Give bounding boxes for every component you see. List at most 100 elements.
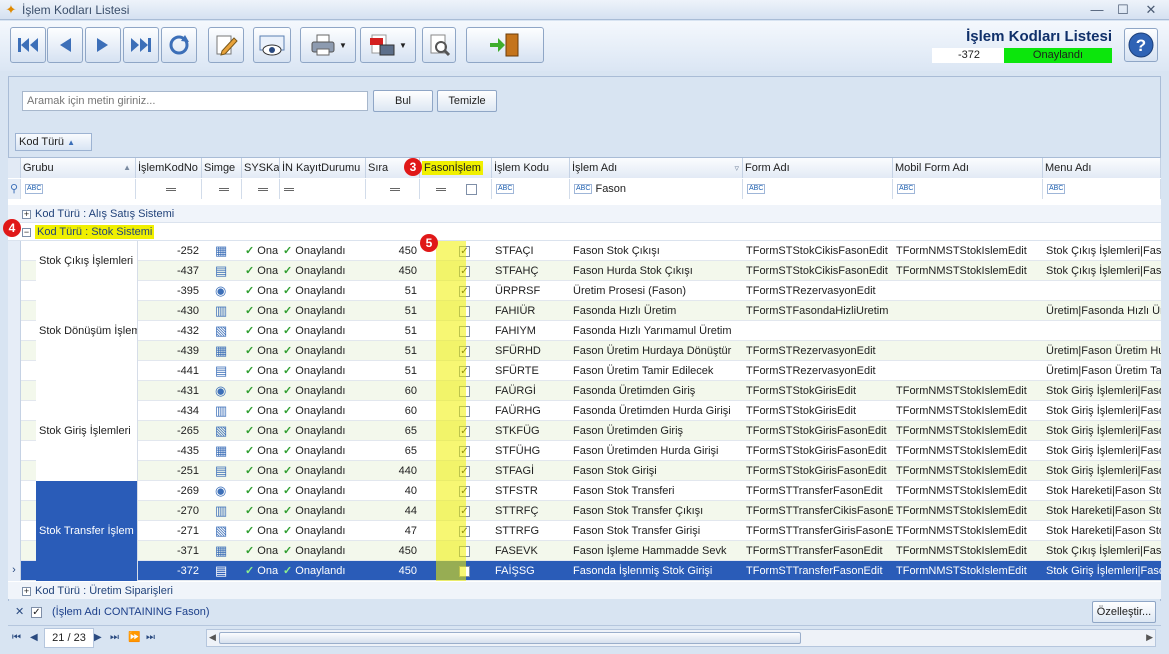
fason-checkbox[interactable]: ✓: [459, 365, 470, 377]
cell-fasonislem[interactable]: ✓: [420, 501, 492, 521]
table-row[interactable]: -265 ▧ ✓ Ona ✓ Onaylandı 65 ✓ STKFÜG Fason Üret…: [8, 421, 1161, 441]
table-row[interactable]: -252 ▦ ✓ Ona ✓ Onaylandı 450 ✓ STFAÇI Fason Sto…: [8, 241, 1161, 261]
row-indicator[interactable]: [8, 341, 21, 361]
cell-simge[interactable]: ▤: [202, 261, 242, 281]
cell-mobil-form-adi[interactable]: TFormNMSTStokIslemEdit: [893, 541, 1043, 561]
table-row[interactable]: -431 ◉ ✓ Ona ✓ Onaylandı 60 FAÜRGİ Fasonda Üre…: [8, 381, 1161, 401]
row-indicator[interactable]: [8, 361, 21, 381]
cell-syskayit[interactable]: ✓ Ona: [242, 421, 280, 441]
cell-mobil-form-adi[interactable]: TFormNMSTStokIslemEdit: [893, 441, 1043, 461]
previous-record-button[interactable]: [47, 27, 83, 63]
filter-expression[interactable]: (İşlem Adı CONTAINING Fason): [52, 606, 210, 618]
fason-checkbox[interactable]: [459, 405, 470, 417]
cell-syskayit[interactable]: ✓ Ona: [242, 441, 280, 461]
column-header-simge[interactable]: Simge: [202, 158, 242, 178]
cell-menu-adi[interactable]: Stok Hareketi|Fason Stok: [1043, 501, 1161, 521]
cell-menu-adi[interactable]: Stok Giriş İşlemleri|Faso: [1043, 461, 1161, 481]
group-row-stok-sistemi[interactable]: − Kod Türü : Stok Sistemi: [8, 223, 1161, 241]
cell-simge[interactable]: ▦: [202, 341, 242, 361]
cell-islem-kodu[interactable]: STFAÇI: [492, 241, 570, 261]
cell-simge[interactable]: ▥: [202, 301, 242, 321]
cell-sira[interactable]: 60: [366, 401, 420, 421]
cell-sira[interactable]: 450: [366, 261, 420, 281]
cell-islem-kodu[interactable]: STFAGİ: [492, 461, 570, 481]
cell-islem-kodu[interactable]: FAHIYM: [492, 321, 570, 341]
row-indicator[interactable]: [8, 241, 21, 261]
cell-islemkodno[interactable]: -251: [136, 461, 202, 481]
cell-kayitdurumu[interactable]: ✓ Onaylandı: [280, 461, 366, 481]
filter-icon[interactable]: ▿: [734, 158, 739, 178]
maximize-button[interactable]: ☐: [1110, 1, 1136, 18]
cell-form-adi[interactable]: TFormSTRezervasyonEdit: [743, 341, 893, 361]
cell-syskayit[interactable]: ✓ Ona: [242, 261, 280, 281]
cell-sira[interactable]: 450: [366, 241, 420, 261]
cell-mobil-form-adi[interactable]: TFormNMSTStokIslemEdit: [893, 461, 1043, 481]
row-indicator[interactable]: [8, 381, 21, 401]
cell-fasonislem[interactable]: ✓: [420, 421, 492, 441]
cell-mobil-form-adi[interactable]: [893, 321, 1043, 341]
last-record-button[interactable]: [123, 27, 159, 63]
clear-button[interactable]: Temizle: [437, 90, 497, 112]
cell-kayitdurumu[interactable]: ✓ Onaylandı: [280, 521, 366, 541]
cell-islem-adi[interactable]: Fason Stok Çıkışı: [570, 241, 743, 261]
cell-islem-kodu[interactable]: STKFÜG: [492, 421, 570, 441]
cell-kayitdurumu[interactable]: ✓ Onaylandı: [280, 541, 366, 561]
clear-filter-icon[interactable]: ✕: [15, 605, 24, 618]
tools-button[interactable]: [422, 27, 456, 63]
fason-checkbox[interactable]: ✓: [459, 465, 470, 477]
cell-simge[interactable]: ◉: [202, 481, 242, 501]
cell-form-adi[interactable]: TFormSTStokGirisFasonEdit: [743, 441, 893, 461]
cell-islem-adi[interactable]: Fasonda Hızlı Yarımamul Üretim: [570, 321, 743, 341]
filter-cell-islemkodno[interactable]: [136, 179, 202, 199]
cell-islem-kodu[interactable]: ÜRPRSF: [492, 281, 570, 301]
filter-cell-menu-adi[interactable]: ABC: [1043, 179, 1161, 199]
cell-sira[interactable]: 450: [366, 561, 420, 581]
filter-cell-sira[interactable]: [366, 179, 420, 199]
cell-menu-adi[interactable]: Stok Çıkış İşlemleri|Faso: [1043, 261, 1161, 281]
pdf-export-button[interactable]: ▼: [360, 27, 416, 63]
column-header-grubu[interactable]: Grubu ▲: [21, 158, 136, 178]
print-button[interactable]: ▼: [300, 27, 356, 63]
table-row[interactable]: -371 ▦ ✓ Ona ✓ Onaylandı 450 FASEVK Fason İşle…: [8, 541, 1161, 561]
nav-next-icon[interactable]: ▶: [94, 631, 102, 645]
cell-kayitdurumu[interactable]: ✓ Onaylandı: [280, 341, 366, 361]
row-indicator[interactable]: [8, 321, 21, 341]
cell-islem-adi[interactable]: Fasonda Üretimden Giriş: [570, 381, 743, 401]
cell-islem-adi[interactable]: Fason İşleme Hammadde Sevk: [570, 541, 743, 561]
cell-simge[interactable]: ▥: [202, 501, 242, 521]
cell-syskayit[interactable]: ✓ Ona: [242, 321, 280, 341]
cell-islemkodno[interactable]: -430: [136, 301, 202, 321]
fason-checkbox[interactable]: ✓: [459, 245, 470, 257]
cell-syskayit[interactable]: ✓ Ona: [242, 561, 280, 581]
column-header-islem-adi[interactable]: İşlem Adı ▿: [570, 158, 743, 178]
cell-syskayit[interactable]: ✓ Ona: [242, 481, 280, 501]
cell-islem-adi[interactable]: Fasonda Hızlı Üretim: [570, 301, 743, 321]
cell-form-adi[interactable]: TFormSTStokGirisFasonEdit: [743, 421, 893, 441]
cell-menu-adi[interactable]: Stok Giriş İşlemleri|Faso: [1043, 561, 1161, 581]
cell-islemkodno[interactable]: -371: [136, 541, 202, 561]
cell-islem-adi[interactable]: Fason Üretimden Giriş: [570, 421, 743, 441]
nav-page-next-icon[interactable]: ⏩: [128, 631, 140, 645]
cell-menu-adi[interactable]: Üretim|Fasonda Hızlı Üre: [1043, 301, 1161, 321]
table-row[interactable]: › -372 ▤ ✓ Ona ✓ Onaylandı 450 FAİŞSG Fasonda İ…: [8, 561, 1161, 581]
customize-button[interactable]: Özelleştir...: [1092, 601, 1156, 623]
cell-kayitdurumu[interactable]: ✓ Onaylandı: [280, 261, 366, 281]
cell-menu-adi[interactable]: Stok Giriş İşlemleri|Faso: [1043, 421, 1161, 441]
cell-islemkodno[interactable]: -270: [136, 501, 202, 521]
cell-simge[interactable]: ▤: [202, 361, 242, 381]
find-button[interactable]: Bul: [373, 90, 433, 112]
cell-islemkodno[interactable]: -439: [136, 341, 202, 361]
fason-checkbox[interactable]: ✓: [459, 485, 470, 497]
cell-fasonislem[interactable]: ✓: [420, 461, 492, 481]
cell-kayitdurumu[interactable]: ✓ Onaylandı: [280, 381, 366, 401]
cell-kayitdurumu[interactable]: ✓ Onaylandı: [280, 281, 366, 301]
group-by-chip-kod-turu[interactable]: Kod Türü ▲: [15, 133, 92, 151]
row-indicator[interactable]: ›: [8, 561, 21, 581]
row-indicator[interactable]: [8, 421, 21, 441]
nav-last-icon[interactable]: ⏭: [110, 631, 119, 645]
cell-fasonislem[interactable]: ✓: [420, 521, 492, 541]
row-indicator[interactable]: [8, 301, 21, 321]
cell-form-adi[interactable]: TFormSTFasondaHizliUretim: [743, 301, 893, 321]
cell-kayitdurumu[interactable]: ✓ Onaylandı: [280, 501, 366, 521]
row-indicator[interactable]: [8, 261, 21, 281]
